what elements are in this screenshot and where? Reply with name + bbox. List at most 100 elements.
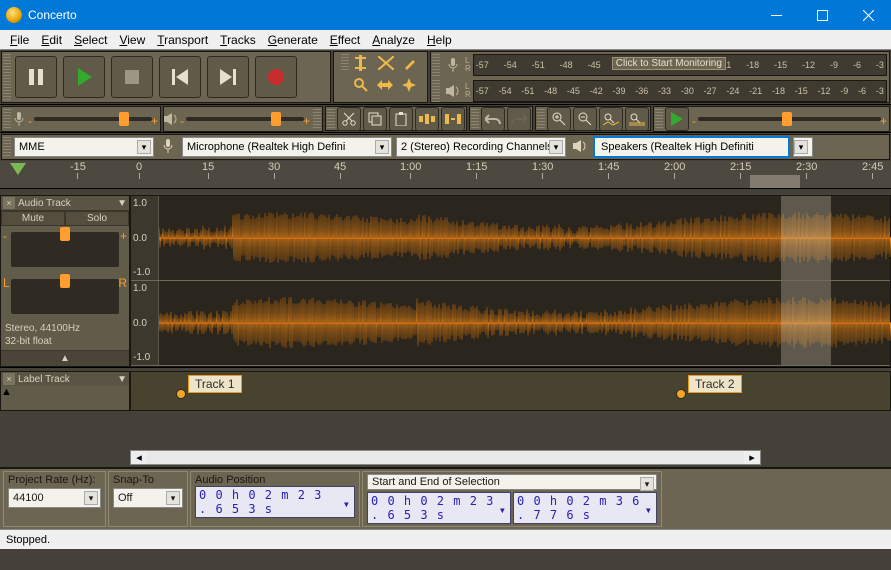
playback-device-select[interactable] <box>594 137 789 157</box>
recording-channels-select[interactable]: 2 (Stereo) Recording Channels▾ <box>396 137 566 157</box>
toolbar-grip[interactable] <box>432 80 440 102</box>
toolbar-grip[interactable] <box>3 54 11 100</box>
toolbar-grip[interactable] <box>3 109 11 129</box>
menu-transport[interactable]: Transport <box>157 33 208 47</box>
timeline-selection[interactable] <box>750 175 800 189</box>
zoom-in-button[interactable] <box>547 107 571 131</box>
recording-meter[interactable]: -57-54-51-48-45-42-21-18-15-12-9-6-3 Cli… <box>473 54 887 76</box>
track-gain-slider[interactable]: -+ <box>11 232 119 267</box>
track-menu-button[interactable]: ▼ <box>117 198 127 209</box>
audio-position-field[interactable]: 0 0 h 0 2 m 2 3 . 6 5 3 s▾ <box>195 486 355 518</box>
playback-meter[interactable]: -57-54-51-48-45-42-39-36-33-30-27-24-21-… <box>473 80 887 102</box>
label-pin[interactable] <box>676 389 686 399</box>
toolbar-grip[interactable] <box>3 137 11 157</box>
paste-button[interactable] <box>389 107 413 131</box>
menu-file[interactable]: File <box>10 33 29 47</box>
track-close-button[interactable]: × <box>3 373 15 385</box>
timeshift-tool[interactable] <box>373 74 397 96</box>
recording-device-select[interactable]: Microphone (Realtek High Defini▾ <box>182 137 392 157</box>
stop-button[interactable] <box>111 56 153 98</box>
toolbar-grip[interactable] <box>327 109 335 128</box>
edit-toolbar <box>325 106 467 131</box>
scroll-left-button[interactable]: ◂ <box>131 451 147 464</box>
playback-device-input[interactable] <box>599 140 784 154</box>
toolbar-grip[interactable] <box>313 109 321 129</box>
chevron-down-icon[interactable]: ▾ <box>499 503 507 513</box>
chevron-down-icon[interactable]: ▾ <box>343 497 351 507</box>
fit-selection-button[interactable] <box>599 107 623 131</box>
zoom-out-button[interactable] <box>573 107 597 131</box>
label-track-body[interactable]: Track 1 Track 2 <box>130 371 891 411</box>
window-maximize-button[interactable] <box>799 0 845 30</box>
skip-start-button[interactable] <box>159 56 201 98</box>
play-at-speed-button[interactable] <box>665 107 689 131</box>
menu-tracks[interactable]: Tracks <box>220 33 256 47</box>
label-tag[interactable]: Track 2 <box>688 375 742 393</box>
timeline-ruler[interactable]: -1501530451:001:151:301:452:002:152:302:… <box>0 161 891 189</box>
mute-button[interactable]: Mute <box>1 211 65 226</box>
track-collapse-button[interactable]: ▲ <box>1 386 129 398</box>
copy-button[interactable] <box>363 107 387 131</box>
track-close-button[interactable]: × <box>3 197 15 209</box>
cut-button[interactable] <box>337 107 361 131</box>
silence-button[interactable] <box>441 107 465 131</box>
horizontal-scrollbar[interactable]: ◂ ▸ <box>130 450 761 465</box>
pause-button[interactable] <box>15 56 57 98</box>
monitoring-chip[interactable]: Click to Start Monitoring <box>612 57 726 70</box>
play-button[interactable] <box>63 56 105 98</box>
track-collapse-button[interactable]: ▲ <box>1 350 129 366</box>
selection-tool[interactable] <box>350 52 374 74</box>
menu-generate[interactable]: Generate <box>268 33 318 47</box>
toolbar-grip[interactable] <box>537 109 545 128</box>
scroll-right-button[interactable]: ▸ <box>744 451 760 464</box>
playback-speed-slider[interactable]: -+ <box>698 117 881 121</box>
waveform-selection[interactable] <box>781 281 831 365</box>
envelope-tool[interactable] <box>374 52 398 74</box>
playback-device-dropdown[interactable]: ▾ <box>793 137 813 157</box>
recording-volume-slider[interactable]: -+ <box>34 117 152 121</box>
menu-edit[interactable]: Edit <box>41 33 62 47</box>
mic-meter-icon[interactable] <box>441 54 465 76</box>
zoom-tool[interactable] <box>349 74 373 96</box>
label-track: × Label Track ▼ ▲ Track 1 Track 2 <box>0 371 891 411</box>
playhead-cursor[interactable] <box>10 163 26 175</box>
waveform-selection[interactable] <box>781 196 831 280</box>
selection-start-field[interactable]: 0 0 h 0 2 m 2 3 . 6 5 3 s▾ <box>367 492 511 524</box>
menu-help[interactable]: Help <box>427 33 452 47</box>
snap-to-select[interactable]: Off▾ <box>113 488 183 508</box>
multi-tool[interactable] <box>397 74 421 96</box>
speaker-meter-icon[interactable] <box>441 80 465 102</box>
label-pin[interactable] <box>176 389 186 399</box>
scale-top: 1.0 <box>133 283 156 294</box>
track-menu-button[interactable]: ▼ <box>117 374 127 385</box>
project-rate-select[interactable]: 44100▾ <box>8 488 101 508</box>
selection-end-field[interactable]: 0 0 h 0 2 m 3 6 . 7 7 6 s▾ <box>513 492 657 524</box>
menu-effect[interactable]: Effect <box>330 33 360 47</box>
menu-select[interactable]: Select <box>74 33 107 47</box>
device-toolbar: MME▾ Microphone (Realtek High Defini▾ 2 … <box>1 134 890 160</box>
toolbar-grip[interactable] <box>432 54 440 76</box>
skip-end-button[interactable] <box>207 56 249 98</box>
fit-project-button[interactable] <box>625 107 649 131</box>
chevron-down-icon[interactable]: ▾ <box>645 503 653 513</box>
selection-mode-select[interactable]: Start and End of Selection▾ <box>367 474 657 490</box>
track-waveform-area[interactable]: 1.00.0-1.0 1.00.0-1.0 <box>130 195 891 367</box>
tracks-area: × Audio Track ▼ Mute Solo -+ LR Stereo, … <box>0 189 891 444</box>
solo-button[interactable]: Solo <box>65 211 129 226</box>
trim-button[interactable] <box>415 107 439 131</box>
undo-button[interactable] <box>481 107 505 131</box>
track-pan-slider[interactable]: LR <box>11 279 119 314</box>
window-minimize-button[interactable] <box>753 0 799 30</box>
playback-volume-slider[interactable]: -+ <box>186 117 304 121</box>
window-close-button[interactable] <box>845 0 891 30</box>
toolbar-grip[interactable] <box>655 109 663 129</box>
draw-tool[interactable] <box>398 52 422 74</box>
toolbar-grip[interactable] <box>471 109 479 128</box>
label-tag[interactable]: Track 1 <box>188 375 242 393</box>
redo-button[interactable] <box>507 107 531 131</box>
toolbar-grip[interactable] <box>341 54 349 72</box>
audio-host-select[interactable]: MME▾ <box>14 137 154 157</box>
menu-view[interactable]: View <box>119 33 145 47</box>
record-button[interactable] <box>255 56 297 98</box>
menu-analyze[interactable]: Analyze <box>372 33 415 47</box>
